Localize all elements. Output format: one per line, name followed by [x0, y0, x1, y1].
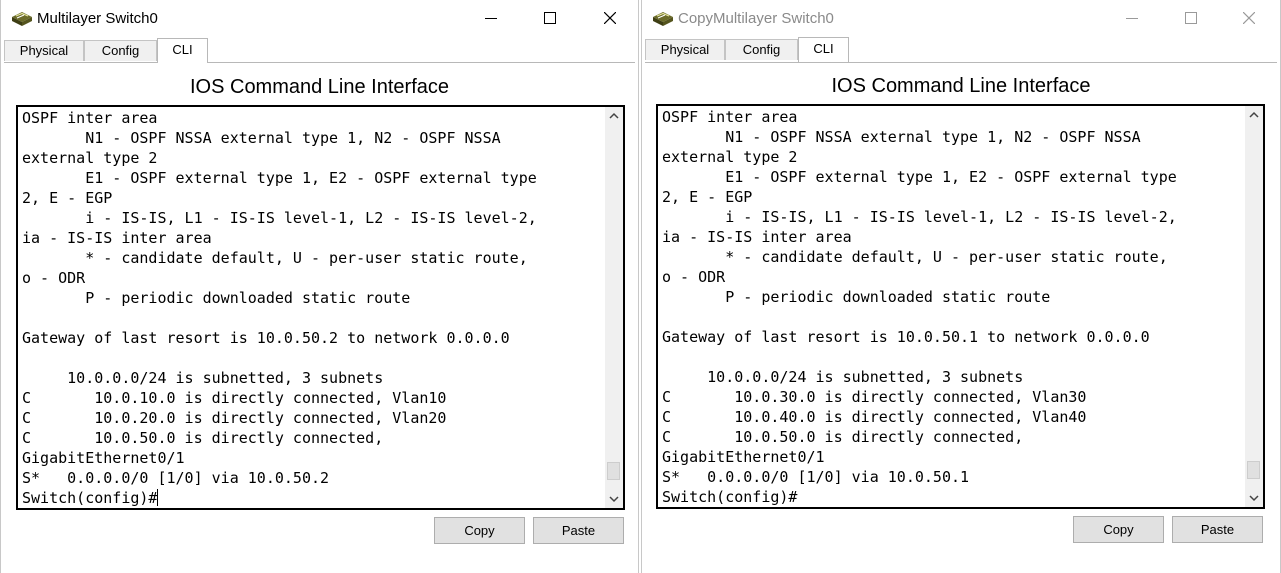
close-button[interactable] [1226, 0, 1272, 36]
terminal-line: 2, E - EGP [22, 189, 113, 207]
terminal-line: N1 - OSPF NSSA external type 1, N2 - OSP… [22, 129, 501, 147]
page-heading: IOS Command Line Interface [831, 75, 1091, 97]
terminal-line: C 10.0.30.0 is directly connected, Vlan3… [662, 388, 1087, 406]
terminal-line: Gateway of last resort is 10.0.50.1 to n… [662, 328, 1150, 346]
terminal-line: Switch(config)# [662, 488, 798, 506]
minimize-icon [485, 18, 497, 19]
terminal-line: Gateway of last resort is 10.0.50.2 to n… [22, 329, 510, 347]
terminal-line: i - IS-IS, L1 - IS-IS level-1, L2 - IS-I… [662, 208, 1177, 226]
title-bar[interactable]: CopyMultilayer Switch0 [642, 0, 1280, 36]
minimize-button[interactable] [468, 0, 514, 36]
terminal-line: external type 2 [22, 149, 158, 167]
terminal-line: C 10.0.50.0 is directly connected, [22, 429, 384, 447]
text-cursor [157, 489, 159, 506]
copy-button[interactable]: Copy [434, 517, 525, 544]
tab-cli[interactable]: CLI [157, 38, 208, 63]
terminal-scrollbar[interactable] [1245, 106, 1263, 507]
tab-bar: Physical Config CLI [645, 37, 1277, 63]
terminal-line: 2, E - EGP [662, 188, 753, 206]
maximize-icon [1185, 12, 1197, 24]
tab-bar: Physical Config CLI [4, 38, 635, 63]
maximize-icon [544, 12, 556, 24]
cli-terminal[interactable]: OSPF inter area N1 - OSPF NSSA external … [16, 105, 625, 510]
terminal-line: ia - IS-IS inter area [662, 228, 852, 246]
tab-config[interactable]: Config [84, 40, 157, 61]
terminal-line: P - periodic downloaded static route [662, 288, 1051, 306]
terminal-line: C 10.0.20.0 is directly connected, Vlan2… [22, 409, 447, 427]
chevron-down-icon[interactable] [1247, 491, 1261, 505]
terminal-line: P - periodic downloaded static route [22, 289, 411, 307]
terminal-line: E1 - OSPF external type 1, E2 - OSPF ext… [662, 168, 1177, 186]
window-title: CopyMultilayer Switch0 [678, 10, 834, 27]
tab-physical[interactable]: Physical [645, 39, 725, 60]
terminal-line: C 10.0.40.0 is directly connected, Vlan4… [662, 408, 1087, 426]
window-title: Multilayer Switch0 [37, 10, 158, 27]
cli-terminal[interactable]: OSPF inter area N1 - OSPF NSSA external … [656, 104, 1265, 509]
terminal-line: * - candidate default, U - per-user stat… [22, 249, 528, 267]
terminal-line: OSPF inter area [662, 108, 798, 126]
chevron-up-icon[interactable] [607, 109, 621, 123]
paste-button[interactable]: Paste [533, 517, 624, 544]
terminal-line: C 10.0.50.0 is directly connected, [662, 428, 1024, 446]
terminal-line: i - IS-IS, L1 - IS-IS level-1, L2 - IS-I… [22, 209, 537, 227]
terminal-line: S* 0.0.0.0/0 [1/0] via 10.0.50.1 [662, 468, 970, 486]
terminal-line: o - ODR [22, 269, 86, 287]
terminal-line: S* 0.0.0.0/0 [1/0] via 10.0.50.2 [22, 469, 330, 487]
scrollbar-thumb[interactable] [607, 462, 620, 480]
terminal-line: 10.0.0.0/24 is subnetted, 3 subnets [662, 368, 1024, 386]
terminal-line: ia - IS-IS inter area [22, 229, 212, 247]
tab-physical[interactable]: Physical [4, 40, 84, 61]
terminal-line: GigabitEthernet0/1 [22, 449, 185, 467]
minimize-icon [1126, 18, 1138, 19]
chevron-up-icon[interactable] [1247, 108, 1261, 122]
close-icon [604, 12, 616, 24]
tab-cli[interactable]: CLI [798, 37, 849, 62]
title-bar[interactable]: Multilayer Switch0 [1, 0, 638, 36]
terminal-line: * - candidate default, U - per-user stat… [662, 248, 1168, 266]
terminal-scrollbar[interactable] [605, 107, 623, 508]
terminal-output: OSPF inter area N1 - OSPF NSSA external … [22, 108, 601, 508]
terminal-line: OSPF inter area [22, 109, 158, 127]
switch-window-copy: CopyMultilayer Switch0 Physical Config C… [641, 0, 1281, 573]
maximize-button[interactable] [527, 0, 573, 36]
terminal-line: Switch(config)# [22, 489, 158, 507]
terminal-line: o - ODR [662, 268, 726, 286]
terminal-line: 10.0.0.0/24 is subnetted, 3 subnets [22, 369, 384, 387]
copy-button[interactable]: Copy [1073, 516, 1164, 543]
terminal-line: C 10.0.10.0 is directly connected, Vlan1… [22, 389, 447, 407]
close-icon [1243, 12, 1255, 24]
chevron-down-icon[interactable] [607, 492, 621, 506]
terminal-line: E1 - OSPF external type 1, E2 - OSPF ext… [22, 169, 537, 187]
minimize-button[interactable] [1109, 0, 1155, 36]
terminal-line: external type 2 [662, 148, 798, 166]
tab-config[interactable]: Config [725, 39, 798, 60]
paste-button[interactable]: Paste [1172, 516, 1263, 543]
multilayer-switch-icon [12, 12, 32, 26]
terminal-line: N1 - OSPF NSSA external type 1, N2 - OSP… [662, 128, 1141, 146]
close-button[interactable] [587, 0, 633, 36]
maximize-button[interactable] [1168, 0, 1214, 36]
multilayer-switch-icon [653, 12, 673, 26]
switch-window-primary: Multilayer Switch0 Physical Config CLI I… [0, 0, 639, 573]
page-heading: IOS Command Line Interface [189, 76, 449, 98]
terminal-line: GigabitEthernet0/1 [662, 448, 825, 466]
terminal-output: OSPF inter area N1 - OSPF NSSA external … [662, 107, 1241, 507]
scrollbar-thumb[interactable] [1247, 461, 1260, 479]
